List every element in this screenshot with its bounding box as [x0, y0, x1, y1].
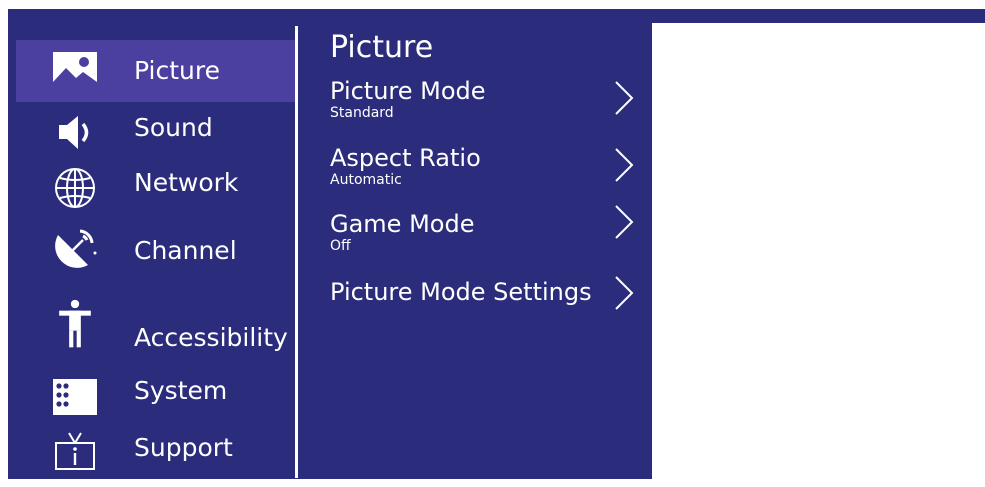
settings-sidebar: Picture Sound Network Channel Accessibil… — [8, 9, 296, 479]
menu-item-value: Off — [330, 238, 351, 254]
sidebar-item-label: Support — [134, 433, 233, 462]
preview-pane — [652, 23, 985, 479]
sidebar-item-picture[interactable]: Picture — [16, 40, 296, 102]
globe-icon — [55, 168, 95, 208]
accessibility-person-icon — [59, 299, 91, 348]
page-title: Picture — [330, 30, 434, 65]
menu-item-aspect-ratio[interactable]: Aspect Ratio Automatic — [330, 144, 640, 198]
sidebar-item-channel[interactable]: Channel — [16, 219, 296, 281]
menu-item-label: Picture Mode Settings — [330, 278, 592, 306]
sidebar-item-label: Sound — [134, 113, 213, 142]
chevron-right-icon — [615, 205, 634, 239]
menu-item-label: Game Mode — [330, 210, 475, 238]
sidebar-item-network[interactable]: Network — [16, 157, 296, 219]
sidebar-item-system[interactable]: System — [16, 365, 296, 427]
speaker-icon — [59, 116, 89, 149]
sidebar-item-label: Picture — [134, 56, 220, 85]
sidebar-item-accessibility[interactable]: Accessibility — [16, 297, 296, 359]
menu-item-picture-mode-settings[interactable]: Picture Mode Settings — [330, 276, 640, 332]
sidebar-item-label: Accessibility — [134, 323, 288, 352]
menu-item-game-mode[interactable]: Game Mode Off — [330, 205, 640, 264]
menu-item-value: Standard — [330, 105, 394, 121]
chevron-right-icon — [615, 81, 634, 115]
sidebar-item-label: System — [134, 376, 228, 405]
panel-divider — [295, 26, 298, 478]
menu-item-label: Picture Mode — [330, 77, 486, 105]
picture-icon — [53, 52, 97, 88]
satellite-dish-icon — [55, 229, 97, 268]
sidebar-item-sound[interactable]: Sound — [16, 102, 296, 164]
menu-item-value: Automatic — [330, 172, 402, 188]
system-grid-icon — [53, 379, 97, 415]
sidebar-item-label: Network — [134, 168, 239, 197]
chevron-right-icon — [615, 148, 634, 182]
sidebar-item-support[interactable]: Support — [16, 422, 296, 484]
chevron-right-icon — [615, 276, 634, 310]
sidebar-item-label: Channel — [134, 236, 237, 265]
menu-item-label: Aspect Ratio — [330, 144, 481, 172]
menu-item-picture-mode[interactable]: Picture Mode Standard — [330, 77, 640, 131]
tv-info-icon — [55, 432, 95, 470]
